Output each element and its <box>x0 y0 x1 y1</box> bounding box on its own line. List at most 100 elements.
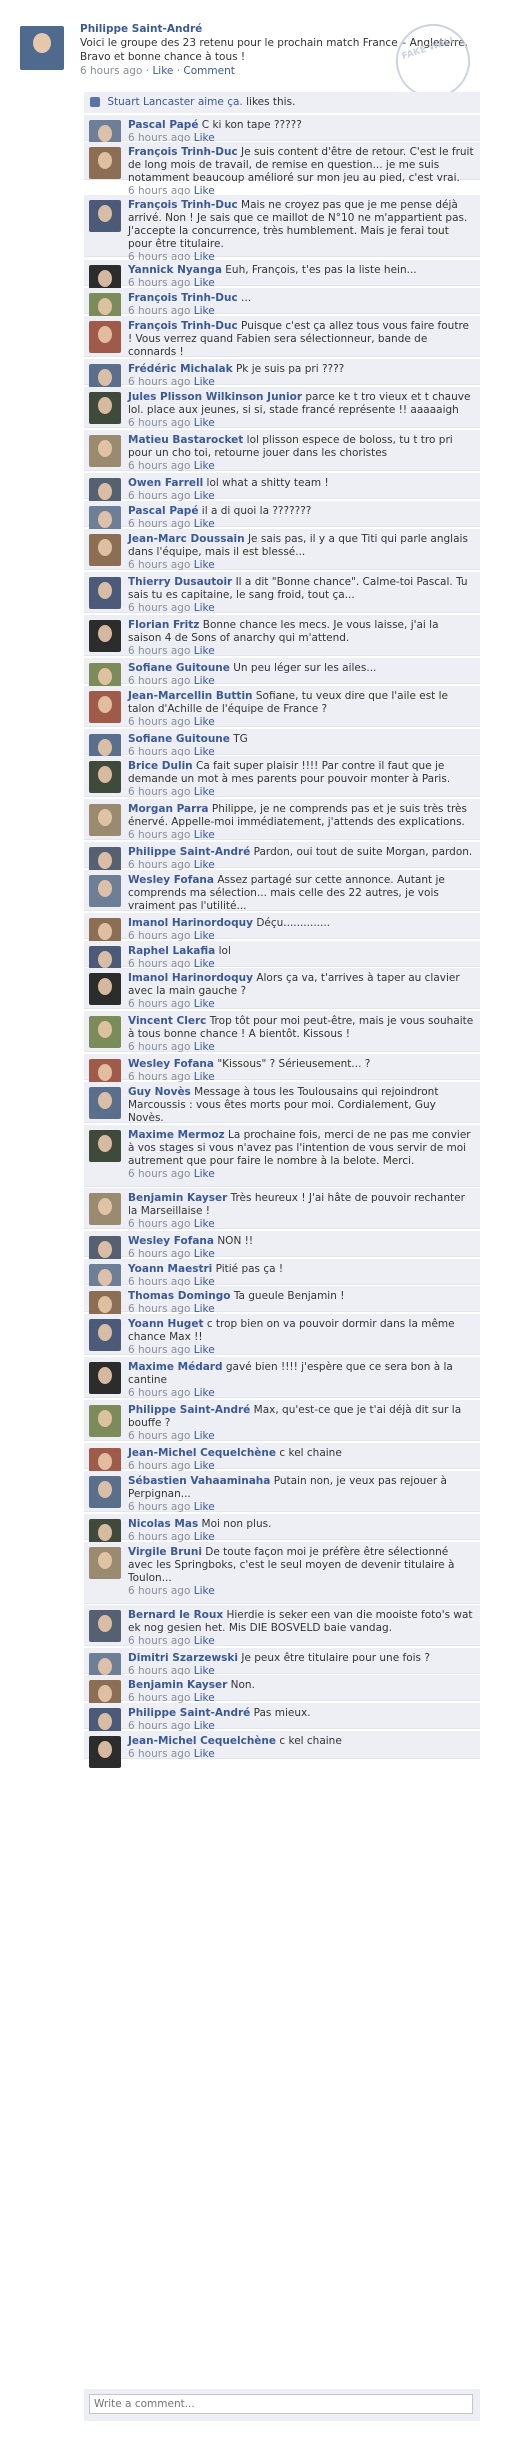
commenter-name[interactable]: Pascal Papé <box>128 505 198 517</box>
avatar[interactable] <box>89 1016 121 1048</box>
avatar[interactable] <box>89 1405 121 1437</box>
comment-like-link[interactable]: Like <box>194 1635 215 1647</box>
commenter-name[interactable]: Imanol Harinordoquy <box>128 972 253 984</box>
commenter-name[interactable]: Raphel Lakafia <box>128 945 215 957</box>
commenter-name[interactable]: Yannick Nyanga <box>128 264 222 276</box>
comment-body: Jean-Marc Doussain Je sais pas, il y a q… <box>128 533 474 572</box>
commenter-name[interactable]: François Trinh-Duc <box>128 199 238 211</box>
comment-like-link[interactable]: Like <box>194 1430 215 1442</box>
avatar[interactable] <box>89 321 121 353</box>
commenter-name[interactable]: Matieu Bastarocket <box>128 434 243 446</box>
avatar[interactable] <box>89 200 121 232</box>
comment-input[interactable] <box>89 2394 473 2414</box>
commenter-name[interactable]: Wesley Fofana <box>128 874 214 886</box>
avatar[interactable] <box>89 761 121 793</box>
post-comment-link[interactable]: Comment <box>183 65 234 77</box>
commenter-name[interactable]: Sébastien Vahaaminaha <box>128 1475 270 1487</box>
comment-body: Vincent Clerc Trop tôt pour moi peut-êtr… <box>128 1015 474 1054</box>
commenter-name[interactable]: Benjamin Kayser <box>128 1679 227 1691</box>
comment-time: 6 hours ago <box>128 1501 191 1513</box>
commenter-name[interactable]: Imanol Harinordoquy <box>128 917 253 929</box>
post-like-link[interactable]: Like <box>152 65 173 77</box>
commenter-name[interactable]: Sofiane Guitoune <box>128 733 230 745</box>
commenter-name[interactable]: Pascal Papé <box>128 119 198 131</box>
comment-time: 6 hours ago <box>128 559 191 571</box>
avatar[interactable] <box>89 435 121 467</box>
comment-like-link[interactable]: Like <box>194 460 215 472</box>
commenter-name[interactable]: Sofiane Guitoune <box>128 662 230 674</box>
comment-like-link[interactable]: Like <box>194 1748 215 1760</box>
comment-body: Benjamin Kayser Non. 6 hours ago Like <box>128 1679 474 1705</box>
avatar[interactable] <box>89 1547 121 1579</box>
post-author[interactable]: Philippe Saint-André <box>80 23 202 35</box>
avatar[interactable] <box>89 691 121 723</box>
comment-like-link[interactable]: Like <box>194 1585 215 1597</box>
avatar[interactable] <box>89 392 121 424</box>
commenter-name[interactable]: Benjamin Kayser <box>128 1192 227 1204</box>
avatar[interactable] <box>89 1362 121 1394</box>
comment-like-link[interactable]: Like <box>194 1041 215 1053</box>
comment-like-link[interactable]: Like <box>194 1168 215 1180</box>
commenter-name[interactable]: Wesley Fofana <box>128 1235 214 1247</box>
comment-like-link[interactable]: Like <box>194 786 215 798</box>
avatar[interactable] <box>89 1130 121 1162</box>
commenter-name[interactable]: Jean-Michel Cequelchène <box>128 1735 276 1747</box>
commenter-name[interactable]: Brice Dulin <box>128 760 193 772</box>
avatar[interactable] <box>89 804 121 836</box>
commenter-name[interactable]: Jean-Marc Doussain <box>128 533 245 545</box>
commenter-name[interactable]: Thierry Dusautoir <box>128 576 232 588</box>
comment-like-link[interactable]: Like <box>194 1501 215 1513</box>
avatar[interactable] <box>89 1087 121 1119</box>
commenter-name[interactable]: Frédéric Michalak <box>128 363 233 375</box>
comment-like-link[interactable]: Like <box>194 602 215 614</box>
avatar[interactable] <box>89 147 121 179</box>
avatar[interactable] <box>89 1193 121 1225</box>
commenter-name[interactable]: Dimitri Szarzewski <box>128 1652 238 1664</box>
avatar[interactable] <box>89 1476 121 1508</box>
comment-like-link[interactable]: Like <box>194 1218 215 1230</box>
avatar[interactable] <box>89 620 121 652</box>
commenter-name[interactable]: Jules Plisson Wilkinson Junior <box>128 391 302 403</box>
commenter-name[interactable]: Jean-Marcellin Buttin <box>128 690 253 702</box>
commenter-name[interactable]: Yoann Maestri <box>128 1263 212 1275</box>
commenter-name[interactable]: Florian Fritz <box>128 619 199 631</box>
commenter-name[interactable]: Thomas Domingo <box>128 1290 230 1302</box>
commenter-name[interactable]: Philippe Saint-André <box>128 1404 250 1416</box>
avatar[interactable] <box>89 973 121 1005</box>
commenter-name[interactable]: François Trinh-Duc <box>128 292 238 304</box>
commenter-name[interactable]: Philippe Saint-André <box>128 1707 250 1719</box>
comment: Yoann Huget c trop bien on va pouvoir do… <box>84 1314 480 1356</box>
commenter-name[interactable]: Morgan Parra <box>128 803 209 815</box>
commenter-name[interactable]: Maxime Mermoz <box>128 1129 225 1141</box>
avatar[interactable] <box>89 1736 121 1768</box>
avatar[interactable] <box>20 26 64 70</box>
commenter-name[interactable]: François Trinh-Duc <box>128 320 238 332</box>
commenter-name[interactable]: Yoann Huget <box>128 1318 203 1330</box>
comment-like-link[interactable]: Like <box>194 1387 215 1399</box>
commenter-name[interactable]: Virgile Bruni <box>128 1546 202 1558</box>
commenter-name[interactable]: François Trinh-Duc <box>128 146 238 158</box>
comment-like-link[interactable]: Like <box>194 998 215 1010</box>
comment-body: Florian Fritz Bonne chance les mecs. Je … <box>128 619 474 658</box>
comment-like-link[interactable]: Like <box>194 417 215 429</box>
comment-like-link[interactable]: Like <box>194 559 215 571</box>
commenter-name[interactable]: Wesley Fofana <box>128 1058 214 1070</box>
commenter-name[interactable]: Philippe Saint-André <box>128 846 250 858</box>
avatar[interactable] <box>89 534 121 566</box>
comment-like-link[interactable]: Like <box>194 645 215 657</box>
commenter-name[interactable]: Maxime Médard <box>128 1361 223 1373</box>
likes-name[interactable]: Stuart Lancaster aime ça. <box>107 96 242 108</box>
commenter-name[interactable]: Bernard le Roux <box>128 1609 223 1621</box>
commenter-name[interactable]: Jean-Michel Cequelchène <box>128 1447 276 1459</box>
avatar[interactable] <box>89 1319 121 1351</box>
avatar[interactable] <box>89 875 121 907</box>
commenter-name[interactable]: Owen Farrell <box>128 477 203 489</box>
avatar[interactable] <box>89 577 121 609</box>
comment-like-link[interactable]: Like <box>194 1344 215 1356</box>
commenter-name[interactable]: Vincent Clerc <box>128 1015 206 1027</box>
commenter-name[interactable]: Nicolas Mas <box>128 1518 198 1530</box>
avatar[interactable] <box>89 1610 121 1642</box>
comment-like-link[interactable]: Like <box>194 716 215 728</box>
commenter-name[interactable]: Guy Novès <box>128 1086 191 1098</box>
comment-like-link[interactable]: Like <box>194 829 215 841</box>
